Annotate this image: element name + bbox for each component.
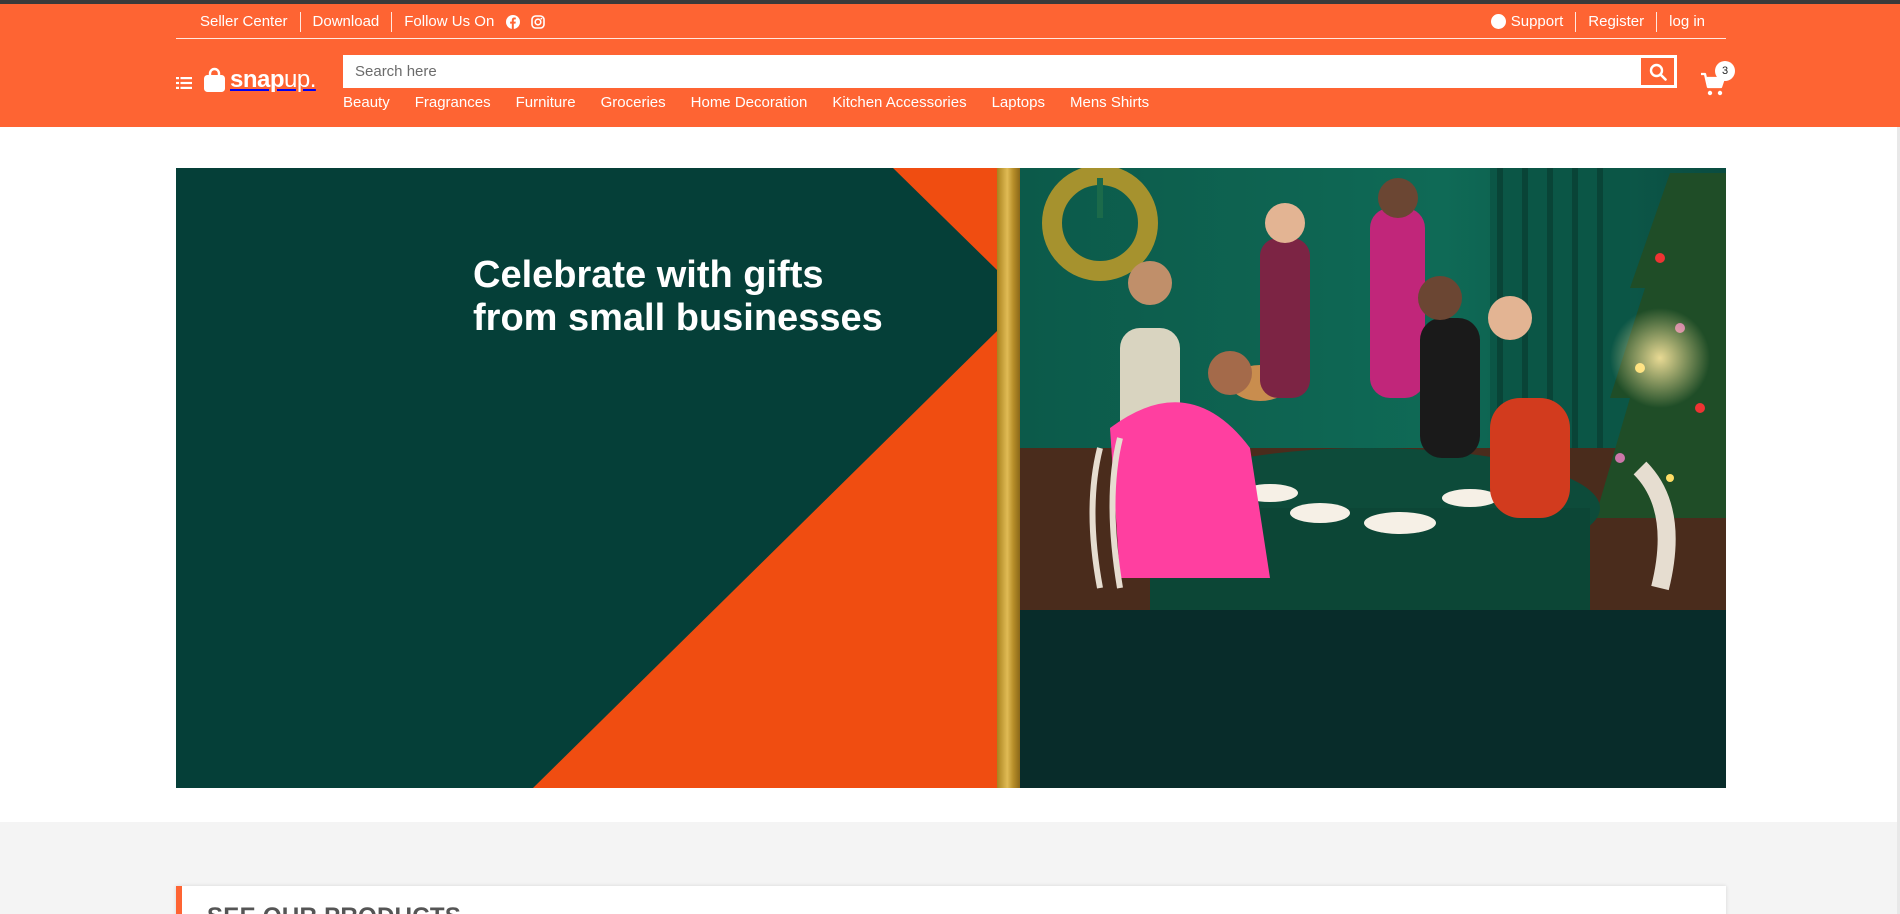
support-label: Support (1510, 13, 1564, 30)
hero-banner[interactable]: Celebrate with gifts from small business… (176, 168, 1726, 788)
instagram-icon[interactable] (531, 14, 546, 29)
category-link-furniture[interactable]: Furniture (516, 94, 576, 111)
category-link-laptops[interactable]: Laptops (992, 94, 1045, 111)
category-link-home-decoration[interactable]: Home Decoration (691, 94, 808, 111)
top-navbar-left: Seller Center Download Follow Us On (200, 4, 546, 39)
shopping-bag-icon (203, 67, 226, 93)
banner-bottom-panel (1020, 610, 1726, 788)
search-icon (1649, 63, 1667, 81)
search-button[interactable] (1639, 56, 1676, 87)
category-link-beauty[interactable]: Beauty (343, 94, 390, 111)
category-link-kitchen-accessories[interactable]: Kitchen Accessories (832, 94, 966, 111)
category-nav: Beauty Fragrances Furniture Groceries Ho… (343, 94, 1149, 111)
products-header-card: SEE OUR PRODUCTS (176, 886, 1726, 914)
top-navbar-right: ? Support Register log in (1479, 4, 1705, 39)
register-link[interactable]: Register (1576, 11, 1658, 32)
support-link[interactable]: ? Support (1479, 11, 1577, 32)
category-link-mens-shirts[interactable]: Mens Shirts (1070, 94, 1149, 111)
banner-photo-celebration (1020, 168, 1726, 610)
question-circle-icon: ? (1490, 13, 1506, 30)
search-bar (343, 55, 1677, 88)
banner-title: Celebrate with gifts from small business… (473, 254, 883, 339)
facebook-icon[interactable] (506, 14, 521, 29)
follow-us-label: Follow Us On (404, 13, 495, 30)
seller-center-link[interactable]: Seller Center (200, 11, 301, 32)
cart-button[interactable]: 3 (1700, 61, 1735, 96)
login-link[interactable]: log in (1657, 12, 1705, 32)
menu-list-icon[interactable] (176, 76, 192, 90)
products-section-title: SEE OUR PRODUCTS (207, 903, 461, 914)
logo-text: snapup. (230, 66, 316, 93)
download-link[interactable]: Download (301, 11, 393, 32)
banner-gold-strip (997, 168, 1020, 788)
category-link-fragrances[interactable]: Fragrances (415, 94, 491, 111)
category-link-groceries[interactable]: Groceries (601, 94, 666, 111)
cart-count-badge: 3 (1715, 61, 1735, 81)
social-links (506, 14, 546, 29)
search-input[interactable] (344, 56, 1639, 87)
site-logo[interactable]: snapup. (203, 66, 316, 94)
top-navbar: Seller Center Download Follow Us On ? Su… (176, 4, 1726, 39)
